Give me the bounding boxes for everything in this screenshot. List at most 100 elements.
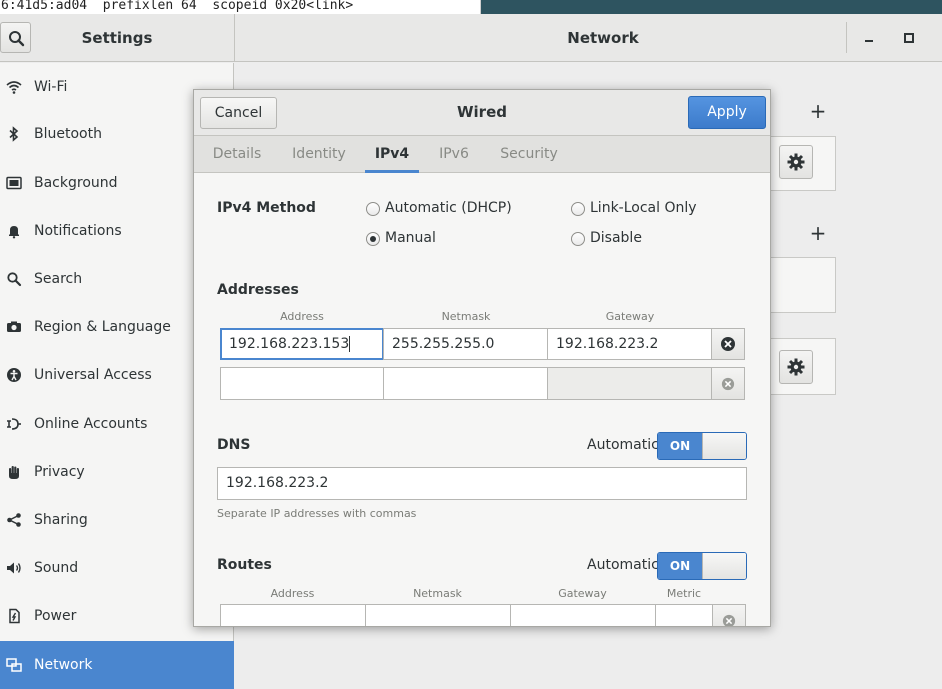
apply-button[interactable]: Apply: [688, 96, 766, 129]
radio-label[interactable]: Link-Local Only: [590, 200, 697, 216]
netmask-input[interactable]: 255.255.255.0: [383, 328, 548, 360]
switch-knob: [702, 553, 746, 579]
share-icon: [6, 512, 22, 528]
search-icon: [6, 271, 22, 287]
address-input[interactable]: [220, 367, 384, 400]
clear-icon: [721, 337, 735, 351]
route-netmask-column-header: Netmask: [413, 587, 462, 600]
dialog-title: Wired: [457, 103, 507, 121]
delete-address-button: [711, 367, 745, 400]
netmask-input[interactable]: [383, 367, 548, 400]
minimize-button[interactable]: [852, 24, 886, 52]
sidebar-item-label: Search: [34, 271, 83, 287]
switch-knob: [702, 433, 746, 459]
minimize-icon: [865, 40, 873, 42]
tab-identity[interactable]: Identity: [286, 136, 352, 173]
address-column-header: Address: [280, 310, 324, 323]
add-vpn-icon[interactable]: +: [808, 221, 828, 245]
sidebar-item-label: Notifications: [34, 223, 122, 239]
terminal-window-strip: 6:41d5:ad04 prefixlen 64 scopeid 0x20<li…: [0, 0, 481, 14]
gear-icon: [787, 358, 805, 376]
clear-icon: [721, 377, 735, 390]
gear-icon: [787, 153, 805, 171]
ipv4-method-label: IPv4 Method: [217, 200, 316, 216]
power-icon: [6, 608, 22, 624]
route-gateway-input[interactable]: [510, 604, 656, 626]
accessibility-icon: [6, 367, 22, 383]
window-controls-divider: [846, 22, 847, 53]
radio-label[interactable]: Manual: [385, 230, 436, 246]
dns-automatic-switch[interactable]: ON: [657, 432, 747, 460]
vpn-card: [770, 257, 836, 313]
settings-title: Settings: [81, 29, 153, 47]
cancel-button[interactable]: Cancel: [200, 97, 277, 129]
sidebar-item-label: Power: [34, 608, 77, 624]
tab-ipv6[interactable]: IPv6: [435, 136, 473, 173]
radio-label[interactable]: Automatic (DHCP): [385, 200, 512, 216]
switch-state-label: ON: [658, 553, 702, 579]
wired-settings-button[interactable]: [779, 145, 813, 179]
dns-label: DNS: [217, 437, 251, 453]
wired-dialog: Cancel Wired Apply Details Identity IPv4…: [193, 89, 771, 627]
bell-icon: [6, 223, 22, 239]
maximize-button[interactable]: [892, 24, 926, 52]
switch-state-label: ON: [658, 433, 702, 459]
address-input[interactable]: 192.168.223.153: [220, 328, 384, 360]
online-accounts-icon: [6, 416, 22, 432]
gateway-input: [547, 367, 712, 400]
background-icon: [6, 175, 22, 191]
sidebar-item-label: Wi-Fi: [34, 79, 68, 95]
add-connection-icon[interactable]: +: [808, 99, 828, 123]
radio-manual[interactable]: [366, 232, 380, 246]
route-netmask-input[interactable]: [365, 604, 511, 626]
dns-hint: Separate IP addresses with commas: [217, 507, 417, 520]
routes-automatic-switch[interactable]: ON: [657, 552, 747, 580]
tab-details[interactable]: Details: [206, 136, 268, 173]
dialog-tabs: Details Identity IPv4 IPv6 Security: [194, 136, 770, 173]
clear-icon: [722, 614, 736, 626]
network-title: Network: [567, 29, 639, 47]
gateway-column-header: Gateway: [605, 310, 655, 323]
sidebar-item-network[interactable]: Network: [0, 641, 234, 689]
sidebar-item-label: Region & Language: [34, 319, 171, 335]
delete-address-button[interactable]: [711, 328, 745, 360]
route-metric-input[interactable]: [655, 604, 713, 626]
speaker-icon: [6, 560, 22, 576]
wifi-icon: [6, 79, 22, 95]
dns-automatic-label: Automatic: [587, 437, 659, 453]
addresses-label: Addresses: [217, 282, 299, 298]
route-metric-column-header: Metric: [666, 587, 702, 600]
sidebar-item-label: Background: [34, 175, 118, 191]
sidebar-item-label: Universal Access: [34, 367, 152, 383]
route-address-input[interactable]: [220, 604, 366, 626]
maximize-icon: [904, 33, 914, 43]
bluetooth-icon: [6, 126, 22, 142]
dns-input[interactable]: 192.168.223.2: [217, 467, 747, 500]
sidebar-item-label: Sound: [34, 560, 79, 576]
scroll-edge-indicator: [194, 626, 770, 627]
camera-icon: [6, 319, 22, 335]
radio-link-local-only[interactable]: [571, 202, 585, 216]
tab-ipv4[interactable]: IPv4: [365, 136, 419, 173]
proxy-settings-button[interactable]: [779, 350, 813, 384]
sidebar-item-label: Online Accounts: [34, 416, 148, 432]
routes-automatic-label: Automatic: [587, 557, 659, 573]
delete-route-button: [712, 604, 746, 626]
hand-icon: [6, 464, 22, 480]
gateway-input[interactable]: 192.168.223.2: [547, 328, 712, 360]
network-icon: [6, 657, 22, 673]
radio-automatic-dhcp[interactable]: [366, 202, 380, 216]
route-gateway-column-header: Gateway: [558, 587, 607, 600]
sidebar-item-label: Sharing: [34, 512, 88, 528]
terminal-text: 6:41d5:ad04 prefixlen 64 scopeid 0x20<li…: [1, 0, 354, 13]
sidebar-item-label: Network: [34, 657, 93, 673]
sidebar-item-label: Privacy: [34, 464, 85, 480]
radio-disable[interactable]: [571, 232, 585, 246]
routes-label: Routes: [217, 557, 272, 573]
netmask-column-header: Netmask: [441, 310, 491, 323]
desktop-background: [481, 0, 942, 14]
tab-security[interactable]: Security: [496, 136, 562, 173]
route-address-column-header: Address: [270, 587, 315, 600]
radio-label[interactable]: Disable: [590, 230, 642, 246]
sidebar-item-label: Bluetooth: [34, 126, 102, 142]
